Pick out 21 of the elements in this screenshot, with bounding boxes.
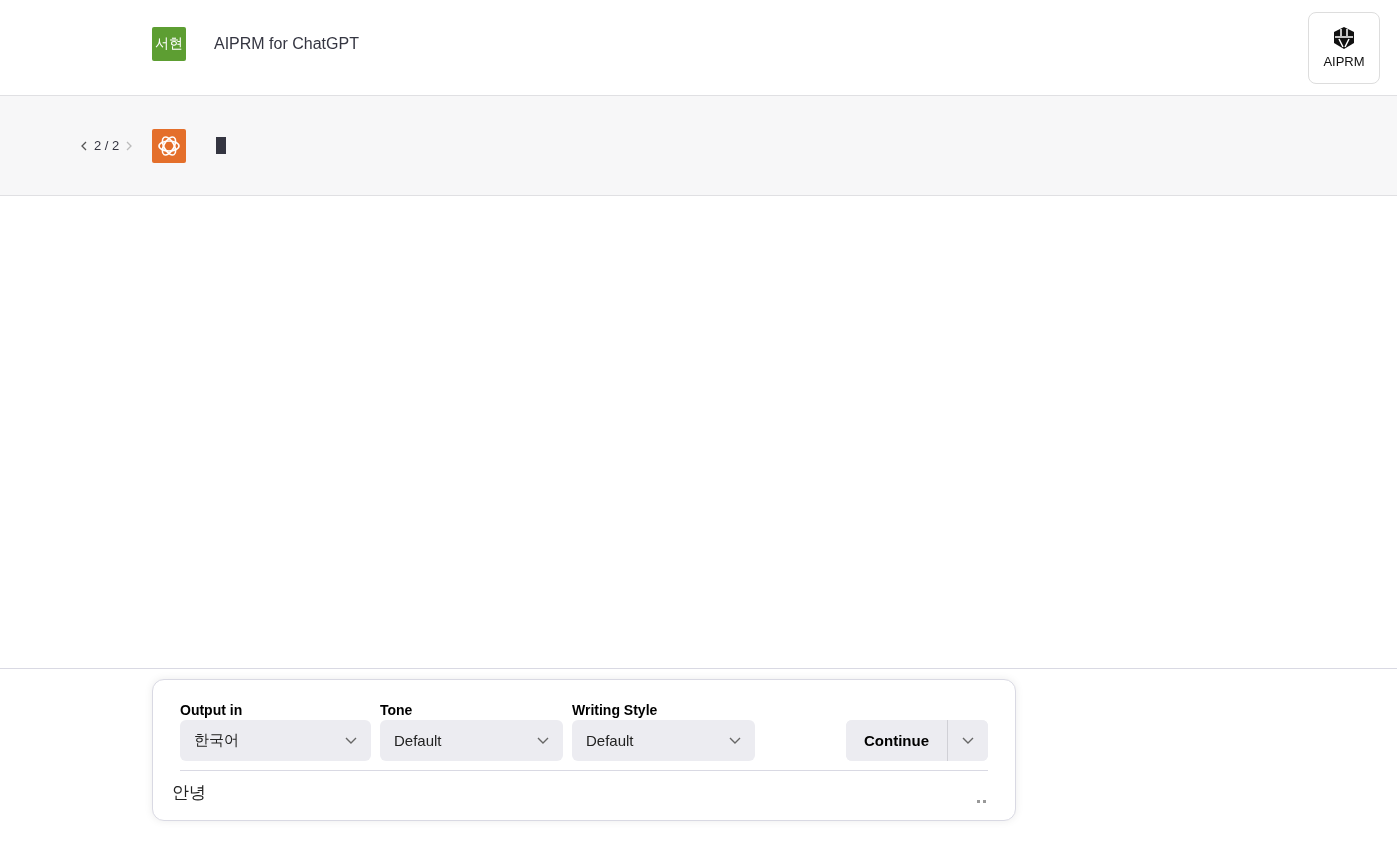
chevron-down-icon (962, 736, 974, 745)
chevron-down-icon (729, 736, 741, 745)
select-label: Tone (380, 702, 414, 718)
select-label: Output in (180, 702, 244, 718)
previous-icon[interactable] (80, 140, 88, 151)
prompt-input[interactable]: 안녕 (172, 781, 206, 804)
dropdown[interactable]: 한국어 (180, 720, 371, 761)
cube-logo-icon (1332, 26, 1356, 50)
next-icon[interactable] (125, 140, 134, 151)
dropdown[interactable]: Default (380, 720, 563, 761)
page-counter: 2 / 2 (94, 138, 120, 153)
loading-dots-icon (976, 800, 988, 804)
aiprm-badge[interactable]: AIPRM (1308, 11, 1380, 84)
chevron-down-icon (345, 736, 357, 745)
dropdown[interactable]: Default (572, 720, 755, 761)
user-avatar: 서현 (152, 26, 186, 61)
message-text: AIPRM for ChatGPT (214, 34, 359, 53)
select-label: Writing Style (572, 702, 659, 718)
chevron-down-icon (537, 736, 549, 745)
continue-button[interactable]: Continue (846, 720, 948, 761)
badge-label: AIPRM (1323, 54, 1365, 69)
